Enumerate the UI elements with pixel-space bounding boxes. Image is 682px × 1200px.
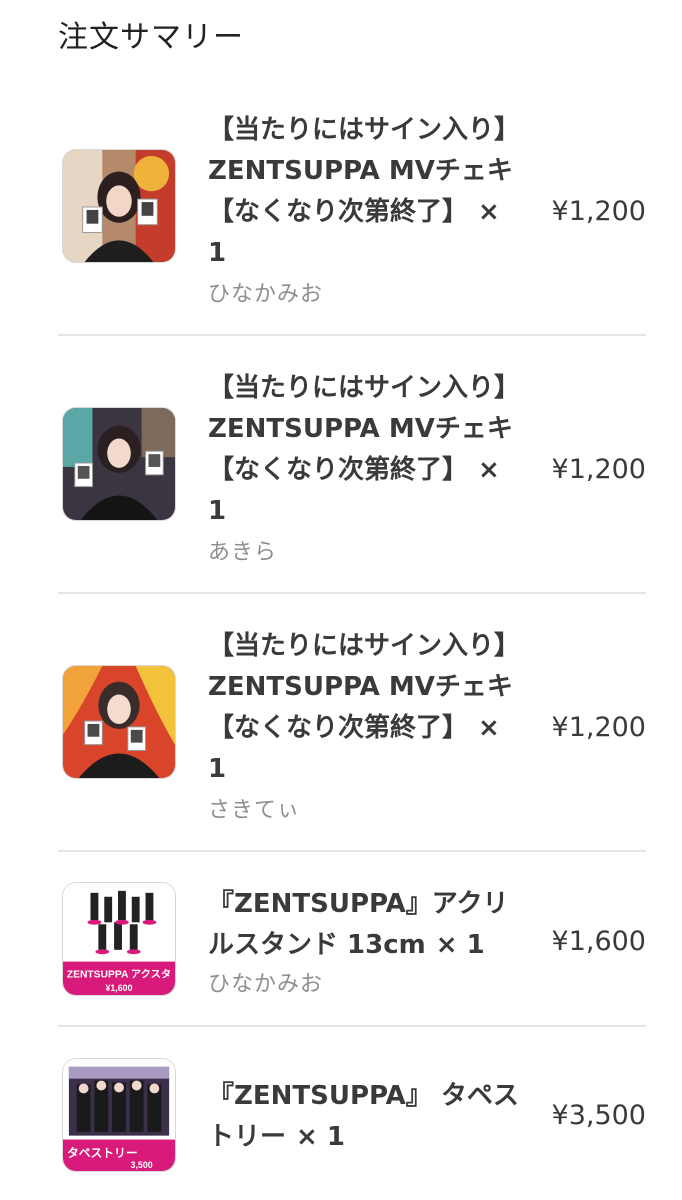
- product-name: 【当たりにはサイン入り】ZENTSUPPA MVチェキ【なくなり次第終了】 × 1: [208, 373, 521, 526]
- product-thumbnail: ZENTSUPPA アクスタ ¥1,600: [62, 882, 176, 996]
- product-name: 【当たりにはサイン入り】ZENTSUPPA MVチェキ【なくなり次第終了】 × 1: [208, 115, 521, 268]
- order-summary-page: 注文サマリー 【当たりにはサイン入り】ZENTSUPPA MVチェキ【なくなり次…: [0, 0, 682, 1200]
- order-item-3[interactable]: 【当たりにはサイン入り】ZENTSUPPA MVチェキ【なくなり次第終了】 × 1…: [58, 616, 646, 846]
- thumbnail-price-text: ¥1,600: [105, 983, 132, 993]
- product-price: ¥1,200: [551, 196, 646, 227]
- item-divider: [58, 592, 646, 594]
- seller-name: さきてぃ: [208, 798, 301, 823]
- thumbnail-price-text: 3,500: [131, 1160, 153, 1170]
- thumbnail-banner-text: ZENTSUPPA アクスタ: [67, 968, 171, 980]
- product-quantity: × 1: [435, 930, 485, 960]
- product-price: ¥1,600: [551, 926, 646, 957]
- product-name: 『ZENTSUPPA』アクリルスタンド 13cm × 1: [208, 889, 509, 960]
- product-price: ¥1,200: [551, 454, 646, 485]
- order-item-5[interactable]: タペストリー 3,500 『ZENTSUPPA』 タペストリー × 1 ¥3,50…: [58, 1044, 646, 1194]
- product-price: ¥3,500: [551, 1100, 646, 1131]
- product-thumbnail: タペストリー 3,500: [62, 1058, 176, 1172]
- order-item-2[interactable]: 【当たりにはサイン入り】ZENTSUPPA MVチェキ【なくなり次第終了】 × 1…: [58, 358, 646, 588]
- product-thumbnail: [62, 149, 176, 263]
- product-quantity: × 1: [296, 1122, 345, 1152]
- acrylic-stand-image: ZENTSUPPA アクスタ ¥1,600: [63, 883, 175, 995]
- thumbnail-banner-text: タペストリー: [67, 1146, 138, 1160]
- product-thumbnail: [62, 665, 176, 779]
- order-item-4[interactable]: ZENTSUPPA アクスタ ¥1,600 『ZENTSUPPA』アクリルスタン…: [58, 868, 646, 1018]
- product-thumbnail: [62, 407, 176, 521]
- order-item-1[interactable]: 【当たりにはサイン入り】ZENTSUPPA MVチェキ【なくなり次第終了】 × 1…: [58, 100, 646, 330]
- seller-name: ひなかみお: [208, 972, 324, 997]
- page-title: 注文サマリー: [58, 20, 244, 55]
- item-divider: [58, 1025, 646, 1027]
- member-photo-image: [63, 666, 175, 778]
- item-divider: [58, 850, 646, 852]
- member-photo-image: [63, 150, 175, 262]
- product-price: ¥1,200: [551, 712, 646, 743]
- member-photo-image: [63, 408, 175, 520]
- item-divider: [58, 334, 646, 336]
- seller-name: ひなかみお: [208, 282, 324, 307]
- product-name: 『ZENTSUPPA』 タペストリー × 1: [208, 1081, 519, 1152]
- product-name: 【当たりにはサイン入り】ZENTSUPPA MVチェキ【なくなり次第終了】 × 1: [208, 631, 521, 784]
- seller-name: あきら: [208, 540, 278, 565]
- tapestry-image: タペストリー 3,500: [63, 1059, 175, 1171]
